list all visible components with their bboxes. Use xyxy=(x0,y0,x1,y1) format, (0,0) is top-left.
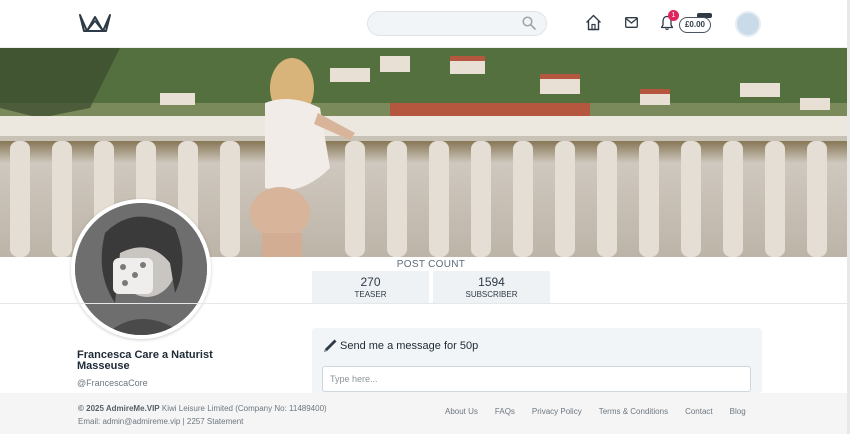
teaser-count-box[interactable]: 270 TEASER xyxy=(312,271,429,303)
footer-link-about[interactable]: About Us xyxy=(445,407,478,416)
footer-link-blog[interactable]: Blog xyxy=(730,407,746,416)
section-divider xyxy=(0,303,847,304)
copyright-company: Kiwi Leisure Limited (Company No: 114894… xyxy=(159,404,327,413)
teaser-label: TEASER xyxy=(354,290,387,299)
notification-badge: 1 xyxy=(668,10,679,21)
footer-link-privacy[interactable]: Privacy Policy xyxy=(532,407,582,416)
copyright-brand: © 2025 AdmireMe.VIP xyxy=(78,404,160,413)
footer-links: About Us FAQs Privacy Policy Terms & Con… xyxy=(445,407,746,416)
subscriber-label: SUBSCRIBER xyxy=(465,290,518,299)
subscriber-count-box[interactable]: 1594 SUBSCRIBER xyxy=(433,271,550,303)
subscriber-count: 1594 xyxy=(478,275,505,289)
footer-link-contact[interactable]: Contact xyxy=(685,407,713,416)
crown-icon[interactable] xyxy=(78,11,112,35)
top-header: 1 £0.00 xyxy=(0,0,850,48)
message-title: Send me a message for 50p xyxy=(340,340,479,352)
post-count-label: POST COUNT xyxy=(396,259,466,270)
copyright-text: © 2025 AdmireMe.VIP Kiwi Leisure Limited… xyxy=(78,404,327,413)
profile-name: Francesca Care a Naturist Masseuse xyxy=(77,349,213,372)
home-icon[interactable] xyxy=(585,14,602,31)
user-avatar-icon[interactable] xyxy=(735,11,761,37)
profile-avatar[interactable] xyxy=(71,199,211,339)
search-input[interactable] xyxy=(367,11,547,36)
wallet-balance[interactable]: £0.00 xyxy=(679,17,711,33)
footer-link-terms[interactable]: Terms & Conditions xyxy=(599,407,668,416)
mail-icon[interactable] xyxy=(625,17,638,28)
footer-link-faqs[interactable]: FAQs xyxy=(495,407,515,416)
search-icon[interactable] xyxy=(522,16,536,30)
message-input[interactable] xyxy=(322,366,751,392)
profile-photo-image xyxy=(75,203,207,335)
contact-text: Email: admin@admireme.vip | 2257 Stateme… xyxy=(78,417,244,426)
teaser-count: 270 xyxy=(360,275,381,289)
profile-handle: @FrancescaCore xyxy=(77,378,148,388)
pen-icon xyxy=(324,339,337,352)
